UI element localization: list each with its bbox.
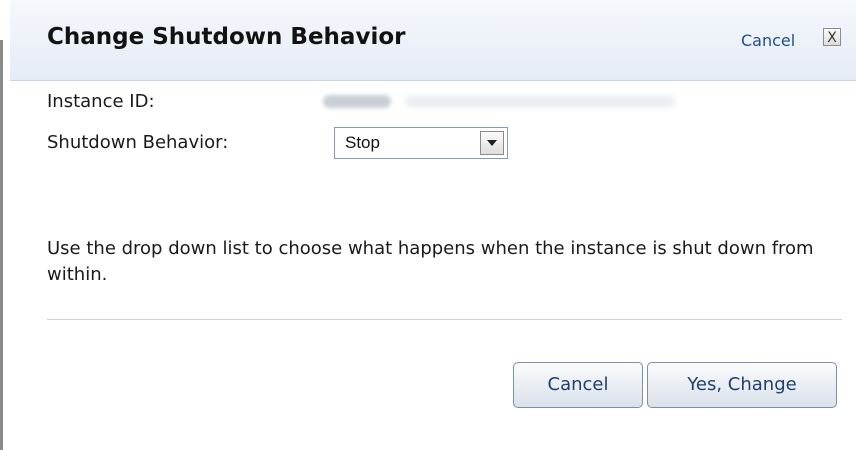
shutdown-behavior-label: Shutdown Behavior: (47, 132, 229, 153)
header-cancel-link[interactable]: Cancel (741, 31, 795, 50)
instance-id-value-redacted (323, 92, 683, 112)
change-shutdown-dialog: Change Shutdown Behavior Cancel X Instan… (10, 0, 856, 450)
shutdown-behavior-select[interactable]: Stop (334, 127, 508, 159)
help-text: Use the drop down list to choose what ha… (47, 238, 814, 285)
yes-change-button[interactable]: Yes, Change (647, 362, 837, 408)
cancel-button[interactable]: Cancel (513, 362, 643, 408)
divider (47, 319, 842, 320)
redacted-instance-name (405, 96, 675, 107)
shutdown-behavior-value: Stop (345, 133, 380, 152)
dialog-title: Change Shutdown Behavior (47, 24, 406, 50)
dialog-header: Change Shutdown Behavior Cancel X (10, 0, 856, 81)
chevron-down-icon[interactable] (480, 131, 504, 155)
close-icon[interactable]: X (823, 28, 841, 46)
instance-id-label: Instance ID: (47, 91, 155, 112)
redacted-instance-id (323, 95, 391, 108)
window-edge (0, 40, 3, 450)
